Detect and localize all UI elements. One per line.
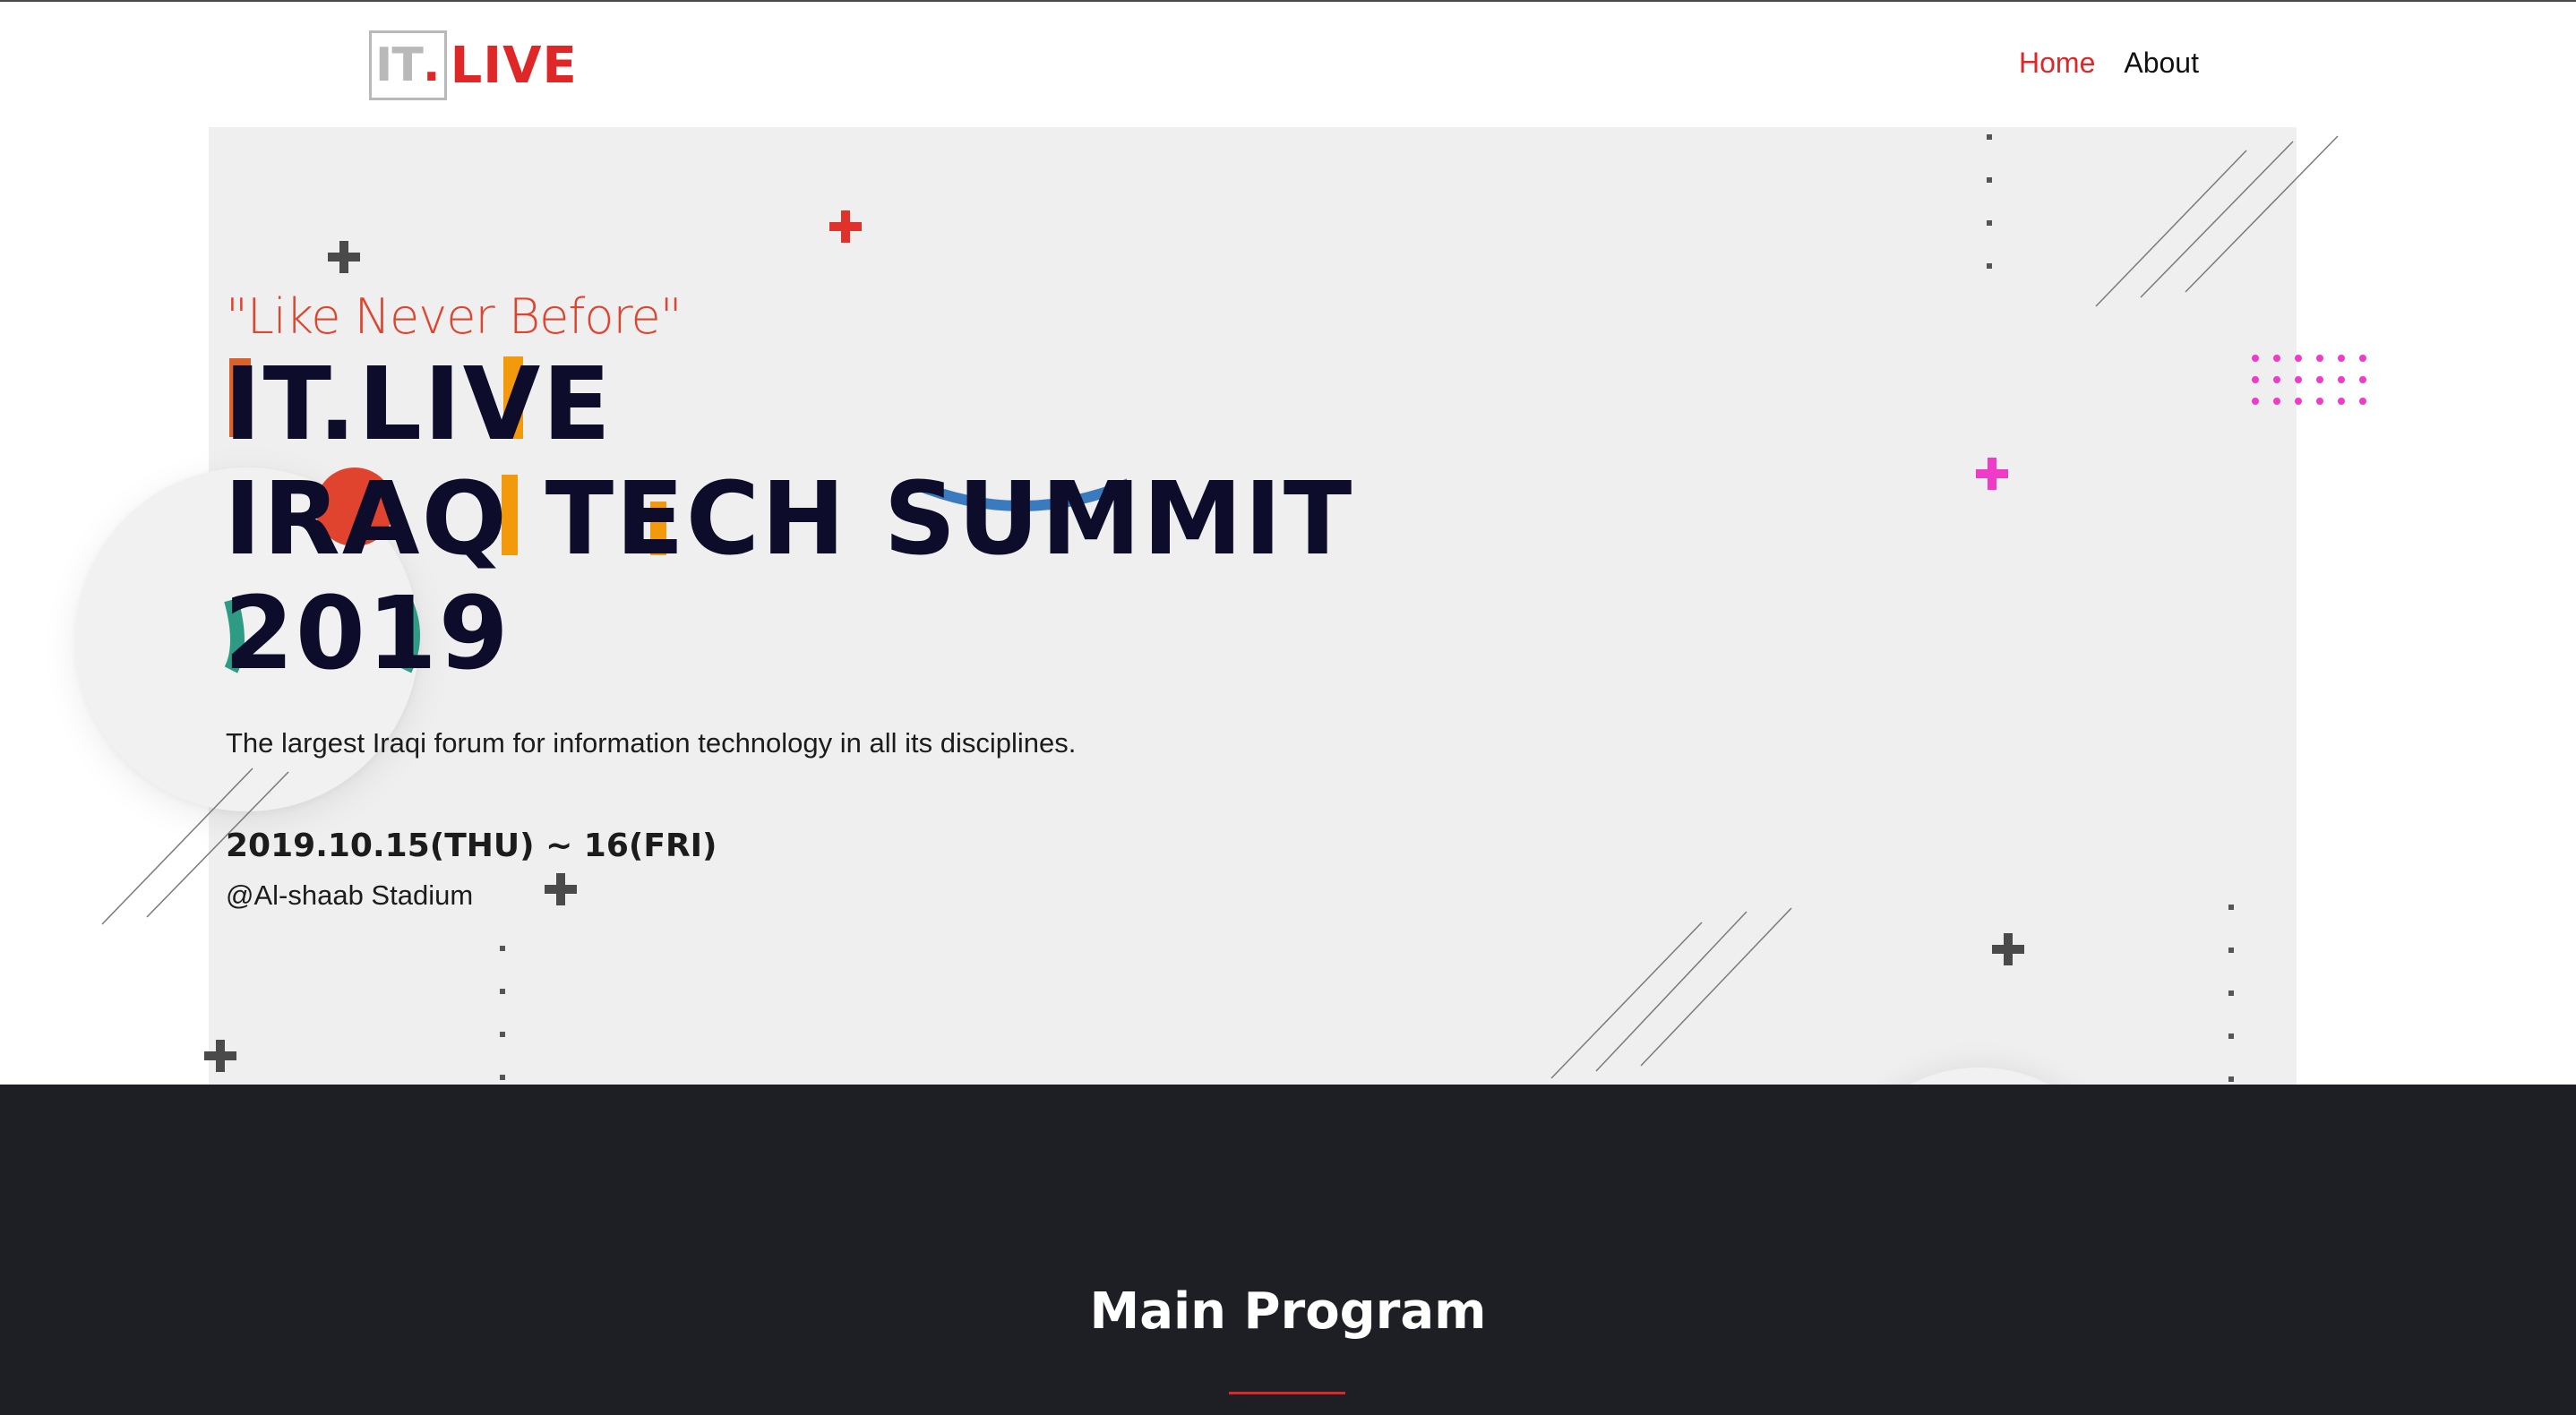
logo-dot: . [422,39,441,92]
hero-tagline: "Like Never Before" [226,288,683,345]
site-logo[interactable]: IT. LIVE [369,30,578,100]
hero-title: IT.LIVE IRAQ TECH SUMMIT 2019 [224,347,1353,691]
hero-title-line: IRAQ TECH SUMMIT [224,461,1354,578]
main-program-section [0,1085,2576,1415]
hero-title-line: 2019 [224,576,511,692]
logo-box: IT. [369,30,447,100]
logo-it: IT [375,39,424,92]
nav-about-link[interactable]: About [2124,47,2199,80]
logo-live: LIVE [450,36,578,95]
section-title: Main Program [1089,1282,1487,1341]
site-header: IT. LIVE Home About [0,2,2576,127]
event-venue: @Al-shaab Stadium [226,879,474,911]
main-nav: Home About [2019,47,2199,80]
hero-title-line: IT.LIVE [224,347,613,463]
section-underline [1229,1392,1345,1394]
nav-home-link[interactable]: Home [2019,47,2095,80]
hero-description: The largest Iraqi forum for information … [226,727,1077,759]
event-date: 2019.10.15(THU) ~ 16(FRI) [226,828,717,864]
